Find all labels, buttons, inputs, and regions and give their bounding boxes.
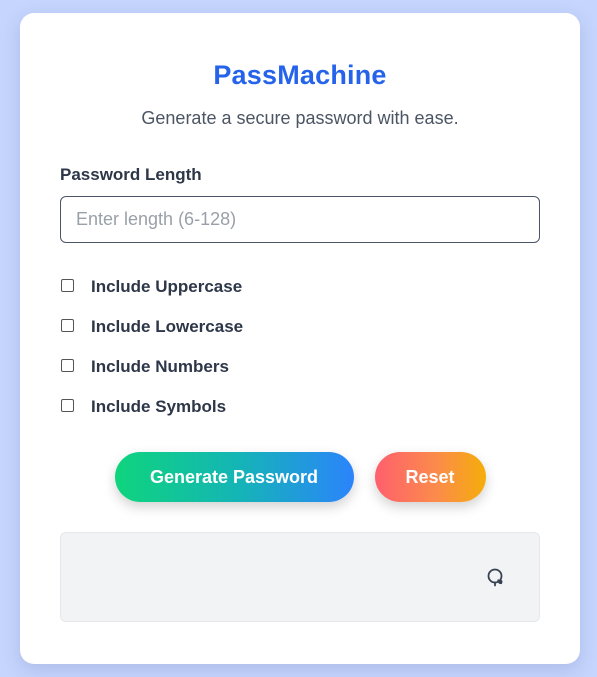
symbols-label[interactable]: Include Symbols xyxy=(91,397,226,417)
symbols-checkbox[interactable] xyxy=(61,398,74,412)
app-title: PassMachine xyxy=(213,60,387,90)
numbers-checkbox[interactable] xyxy=(61,358,74,372)
lowercase-label[interactable]: Include Lowercase xyxy=(91,317,243,337)
password-generator-card: PassMachine Generate a secure password w… xyxy=(20,13,580,664)
lowercase-checkbox[interactable] xyxy=(61,318,74,332)
password-length-input[interactable] xyxy=(60,196,540,243)
uppercase-label[interactable]: Include Uppercase xyxy=(91,277,242,297)
password-length-label: Password Length xyxy=(60,165,202,184)
option-symbols: Include Symbols xyxy=(60,387,540,427)
app-subtitle: Generate a secure password with ease. xyxy=(141,108,459,128)
option-numbers: Include Numbers xyxy=(60,347,540,387)
uppercase-checkbox[interactable] xyxy=(61,278,74,292)
option-uppercase: Include Uppercase xyxy=(60,267,540,307)
option-lowercase: Include Lowercase xyxy=(60,307,540,347)
password-output-box xyxy=(60,532,540,622)
reset-button[interactable]: Reset xyxy=(374,452,486,502)
copy-icon[interactable] xyxy=(486,567,506,587)
generate-password-button[interactable]: Generate Password xyxy=(114,452,354,502)
numbers-label[interactable]: Include Numbers xyxy=(91,357,229,377)
options-list: Include Uppercase Include Lowercase Incl… xyxy=(60,267,540,427)
action-buttons: Generate Password Reset xyxy=(60,452,540,502)
